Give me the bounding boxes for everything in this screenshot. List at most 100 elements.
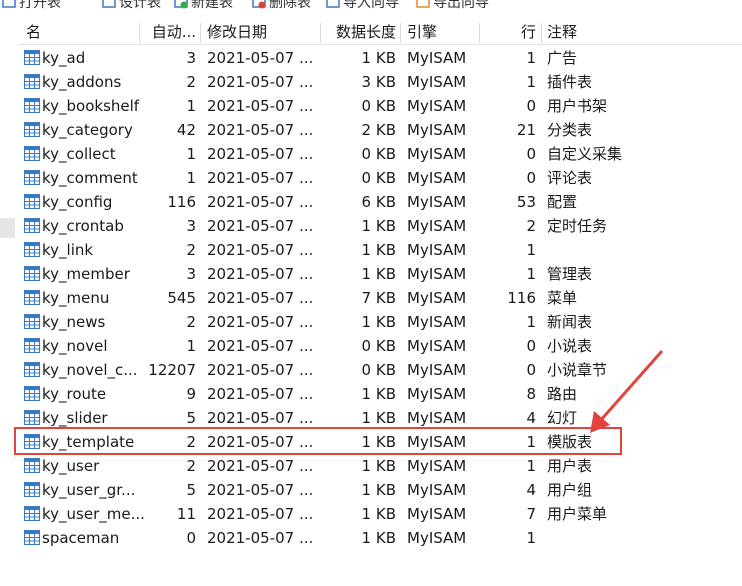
auto-increment-cell: 2	[186, 313, 196, 331]
table-row[interactable]: ky_addons 2 2021-05-07 ... 3 KB MyISAM 1 插件表	[18, 70, 742, 94]
auto-increment-cell: 11	[176, 505, 196, 523]
open-table-button[interactable]: 打开表	[2, 0, 61, 12]
auto-increment-cell: 2	[186, 241, 196, 259]
table-icon	[24, 122, 40, 137]
new-table-icon	[174, 0, 188, 9]
table-icon	[24, 314, 40, 329]
rows-cell: 1	[526, 73, 536, 91]
column-header-name[interactable]: 名	[26, 20, 142, 44]
open-table-icon	[2, 0, 16, 9]
comment-cell: 自定义采集	[547, 145, 623, 163]
column-header-rows[interactable]: 行	[458, 20, 536, 44]
table-name-cell: ky_collect	[42, 145, 116, 163]
modified-date-cell: 2021-05-07 ...	[207, 481, 314, 499]
table-row[interactable]: ky_user 2 2021-05-07 ... 1 KB MyISAM 1 用户表	[18, 454, 742, 478]
comment-cell: 菜单	[547, 289, 578, 307]
export-wizard-icon	[416, 0, 430, 9]
auto-increment-cell: 3	[186, 217, 196, 235]
modified-date-cell: 2021-05-07 ...	[207, 457, 314, 475]
column-header-comment[interactable]: 注释	[547, 20, 737, 44]
auto-increment-cell: 12207	[148, 361, 196, 379]
table-icon	[24, 50, 40, 65]
toolbar: 打开表 设计表 新建表 删除表 导入向导 导出向导	[0, 0, 742, 12]
table-row[interactable]: ky_member 3 2021-05-07 ... 1 KB MyISAM 1 管理表	[18, 262, 742, 286]
table-icon	[24, 530, 40, 545]
table-icon	[24, 146, 40, 161]
table-name-cell: ky_user_me...	[42, 505, 145, 523]
export-wizard-button[interactable]: 导出向导	[416, 0, 489, 12]
modified-date-cell: 2021-05-07 ...	[207, 337, 314, 355]
row-gutter-marker	[0, 218, 15, 238]
column-header-data-length[interactable]: 数据长度	[318, 20, 396, 44]
table-name-cell: ky_novel_c...	[42, 361, 138, 379]
new-table-button[interactable]: 新建表	[174, 0, 233, 12]
column-divider[interactable]	[400, 23, 401, 43]
table-name-cell: ky_novel	[42, 337, 108, 355]
table-icon	[24, 218, 40, 233]
rows-cell: 116	[507, 289, 536, 307]
auto-increment-cell: 3	[186, 49, 196, 67]
table-name-cell: ky_addons	[42, 73, 122, 91]
auto-increment-cell: 42	[176, 121, 196, 139]
table-row[interactable]: ky_news 2 2021-05-07 ... 1 KB MyISAM 1 新闻表	[18, 310, 742, 334]
rows-cell: 0	[526, 337, 536, 355]
table-icon	[24, 74, 40, 89]
column-divider[interactable]	[541, 23, 542, 43]
auto-increment-cell: 2	[186, 457, 196, 475]
table-row[interactable]: ky_collect 1 2021-05-07 ... 0 KB MyISAM 0 自定义采…	[18, 142, 742, 166]
delete-table-icon	[252, 0, 266, 9]
column-divider[interactable]	[200, 23, 201, 43]
rows-cell: 21	[516, 121, 536, 139]
data-length-cell: 1 KB	[361, 457, 396, 475]
column-header-modified[interactable]: 修改日期	[207, 20, 267, 44]
comment-cell: 广告	[547, 49, 578, 67]
data-length-cell: 0 KB	[361, 169, 396, 187]
rows-cell: 4	[526, 481, 536, 499]
comment-cell: 用户组	[547, 481, 593, 499]
table-name-cell: ky_menu	[42, 289, 110, 307]
modified-date-cell: 2021-05-07 ...	[207, 529, 314, 547]
table-row[interactable]: ky_ad 3 2021-05-07 ... 1 KB MyISAM 1 广告	[18, 46, 742, 70]
import-wizard-button[interactable]: 导入向导	[326, 0, 399, 12]
modified-date-cell: 2021-05-07 ...	[207, 505, 314, 523]
modified-date-cell: 2021-05-07 ...	[207, 385, 314, 403]
modified-date-cell: 2021-05-07 ...	[207, 193, 314, 211]
table-row[interactable]: ky_crontab 3 2021-05-07 ... 1 KB MyISAM 2 定时任务	[18, 214, 742, 238]
table-row[interactable]: ky_config 116 2021-05-07 ... 6 KB MyISAM 53 配置	[18, 190, 742, 214]
table-row[interactable]: spaceman 0 2021-05-07 ... 1 KB MyISAM 1	[18, 526, 742, 550]
column-divider[interactable]	[139, 23, 140, 43]
table-row[interactable]: ky_category 42 2021-05-07 ... 2 KB MyISAM 21 分…	[18, 118, 742, 142]
table-icon	[24, 386, 40, 401]
comment-cell: 定时任务	[547, 217, 608, 235]
comment-cell: 配置	[547, 193, 578, 211]
auto-increment-cell: 1	[186, 337, 196, 355]
table-icon	[24, 410, 40, 425]
design-table-button[interactable]: 设计表	[102, 0, 161, 12]
table-row[interactable]: ky_bookshelf 1 2021-05-07 ... 0 KB MyISAM 0 用户…	[18, 94, 742, 118]
table-name-cell: ky_ad	[42, 49, 86, 67]
auto-increment-cell: 5	[186, 481, 196, 499]
table-name-cell: ky_bookshelf	[42, 97, 140, 115]
modified-date-cell: 2021-05-07 ...	[207, 217, 314, 235]
modified-date-cell: 2021-05-07 ...	[207, 97, 314, 115]
table-icon	[24, 290, 40, 305]
table-name-cell: ky_category	[42, 121, 133, 139]
column-header-auto-increment[interactable]: 自动...	[142, 20, 196, 44]
table-name-cell: ky_comment	[42, 169, 138, 187]
data-length-cell: 0 KB	[361, 337, 396, 355]
modified-date-cell: 2021-05-07 ...	[207, 169, 314, 187]
table-row[interactable]: ky_menu 545 2021-05-07 ... 7 KB MyISAM 116 菜单	[18, 286, 742, 310]
table-icon	[24, 194, 40, 209]
auto-increment-cell: 1	[186, 169, 196, 187]
table-row[interactable]: ky_user_gr... 5 2021-05-07 ... 1 KB MyISAM 4 用…	[18, 478, 742, 502]
rows-cell: 1	[526, 265, 536, 283]
table-row[interactable]: ky_comment 1 2021-05-07 ... 0 KB MyISAM 0 评论表	[18, 166, 742, 190]
table-name-cell: spaceman	[42, 529, 120, 547]
table-row[interactable]: ky_link 2 2021-05-07 ... 1 KB MyISAM 1	[18, 238, 742, 262]
table-icon	[24, 98, 40, 113]
delete-table-button[interactable]: 删除表	[252, 0, 311, 12]
auto-increment-cell: 9	[186, 385, 196, 403]
rows-cell: 0	[526, 169, 536, 187]
table-row[interactable]: ky_user_me... 11 2021-05-07 ... 1 KB MyISAM 7…	[18, 502, 742, 526]
data-length-cell: 1 KB	[361, 241, 396, 259]
